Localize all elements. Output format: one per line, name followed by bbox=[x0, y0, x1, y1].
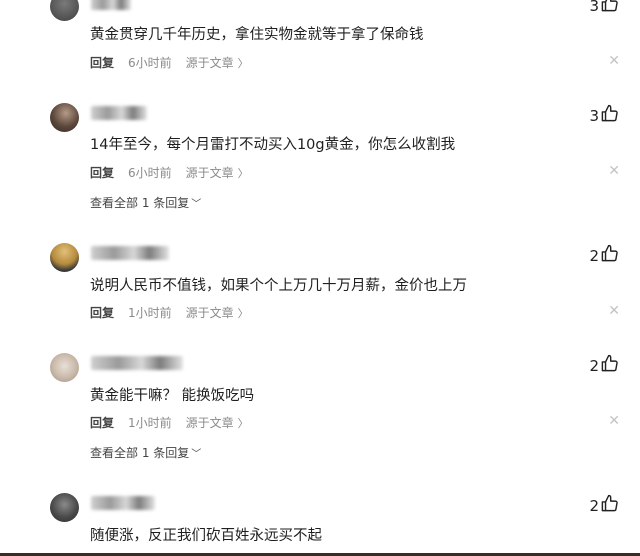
source-link[interactable]: 源于文章〉 bbox=[186, 414, 249, 431]
avatar[interactable] bbox=[50, 493, 79, 522]
thumbs-up-icon bbox=[600, 244, 619, 267]
comment-text: 随便涨，反正我们砍百姓永远买不起 bbox=[90, 528, 322, 544]
username[interactable] bbox=[91, 496, 155, 510]
comment-text: 黄金贯穿几千年历史，拿住实物金就等于拿了保命钱 bbox=[90, 27, 424, 43]
thumbs-up-icon bbox=[600, 494, 619, 517]
close-icon[interactable]: ✕ bbox=[608, 413, 620, 429]
chevron-right-icon: 〉 bbox=[237, 57, 249, 70]
like-button[interactable]: 2 bbox=[589, 244, 619, 267]
comment-meta: 回复 1小时前 源于文章〉 bbox=[90, 414, 249, 431]
like-count: 2 bbox=[589, 356, 599, 375]
chevron-down-icon: ﹀ bbox=[191, 199, 202, 210]
like-button[interactable]: 3 bbox=[589, 0, 619, 17]
like-button[interactable]: 3 bbox=[589, 104, 619, 127]
reply-button[interactable]: 回复 bbox=[90, 414, 114, 431]
like-count: 3 bbox=[589, 0, 599, 15]
chevron-right-icon: 〉 bbox=[237, 167, 249, 180]
avatar[interactable] bbox=[50, 353, 79, 382]
comment-meta: 回复 6小时前 源于文章〉 bbox=[90, 164, 249, 181]
reply-button[interactable]: 回复 bbox=[90, 304, 114, 321]
like-button[interactable]: 2 bbox=[589, 494, 619, 517]
like-count: 2 bbox=[589, 496, 599, 515]
source-link[interactable]: 源于文章〉 bbox=[186, 304, 249, 321]
comment-text: 14年至今，每个月雷打不动买入10g黄金，你怎么收割我 bbox=[90, 137, 456, 153]
close-icon[interactable]: ✕ bbox=[608, 163, 620, 179]
view-all-label: 查看全部 1 条回复 bbox=[90, 446, 190, 460]
like-count: 3 bbox=[589, 106, 599, 125]
username[interactable] bbox=[91, 246, 169, 260]
thumbs-up-icon bbox=[600, 0, 619, 17]
like-button[interactable]: 2 bbox=[589, 354, 619, 377]
timestamp: 6小时前 bbox=[128, 166, 172, 180]
chevron-right-icon: 〉 bbox=[237, 307, 249, 320]
timestamp: 6小时前 bbox=[128, 56, 172, 70]
username[interactable] bbox=[91, 106, 147, 120]
source-label: 源于文章 bbox=[185, 416, 234, 430]
chevron-right-icon: 〉 bbox=[237, 417, 249, 430]
reply-button[interactable]: 回复 bbox=[90, 164, 114, 181]
avatar[interactable] bbox=[50, 103, 79, 132]
view-all-replies-button[interactable]: 查看全部 1 条回复 ﹀ bbox=[90, 444, 201, 461]
source-link[interactable]: 源于文章〉 bbox=[186, 164, 249, 181]
source-label: 源于文章 bbox=[185, 306, 234, 320]
view-all-replies-button[interactable]: 查看全部 1 条回复 ﹀ bbox=[90, 194, 201, 211]
timestamp: 1小时前 bbox=[128, 416, 172, 430]
like-count: 2 bbox=[589, 246, 599, 265]
source-label: 源于文章 bbox=[185, 56, 234, 70]
avatar[interactable] bbox=[50, 0, 79, 21]
thumbs-up-icon bbox=[600, 104, 619, 127]
comment-meta: 回复 1小时前 源于文章〉 bbox=[90, 304, 249, 321]
comment-text: 黄金能干嘛？ 能换饭吃吗 bbox=[90, 388, 255, 404]
avatar[interactable] bbox=[50, 243, 79, 272]
close-icon[interactable]: ✕ bbox=[608, 53, 620, 69]
source-link[interactable]: 源于文章〉 bbox=[186, 54, 249, 71]
source-label: 源于文章 bbox=[185, 166, 234, 180]
thumbs-up-icon bbox=[600, 354, 619, 377]
reply-button[interactable]: 回复 bbox=[90, 54, 114, 71]
username[interactable] bbox=[91, 0, 131, 10]
timestamp: 1小时前 bbox=[128, 306, 172, 320]
comment-meta: 回复 6小时前 源于文章〉 bbox=[90, 54, 249, 71]
comment-text: 说明人民币不值钱，如果个个上万几十万月薪，金价也上万 bbox=[90, 278, 467, 294]
view-all-label: 查看全部 1 条回复 bbox=[90, 196, 190, 210]
chevron-down-icon: ﹀ bbox=[191, 449, 202, 460]
close-icon[interactable]: ✕ bbox=[608, 303, 620, 319]
username[interactable] bbox=[91, 356, 183, 370]
